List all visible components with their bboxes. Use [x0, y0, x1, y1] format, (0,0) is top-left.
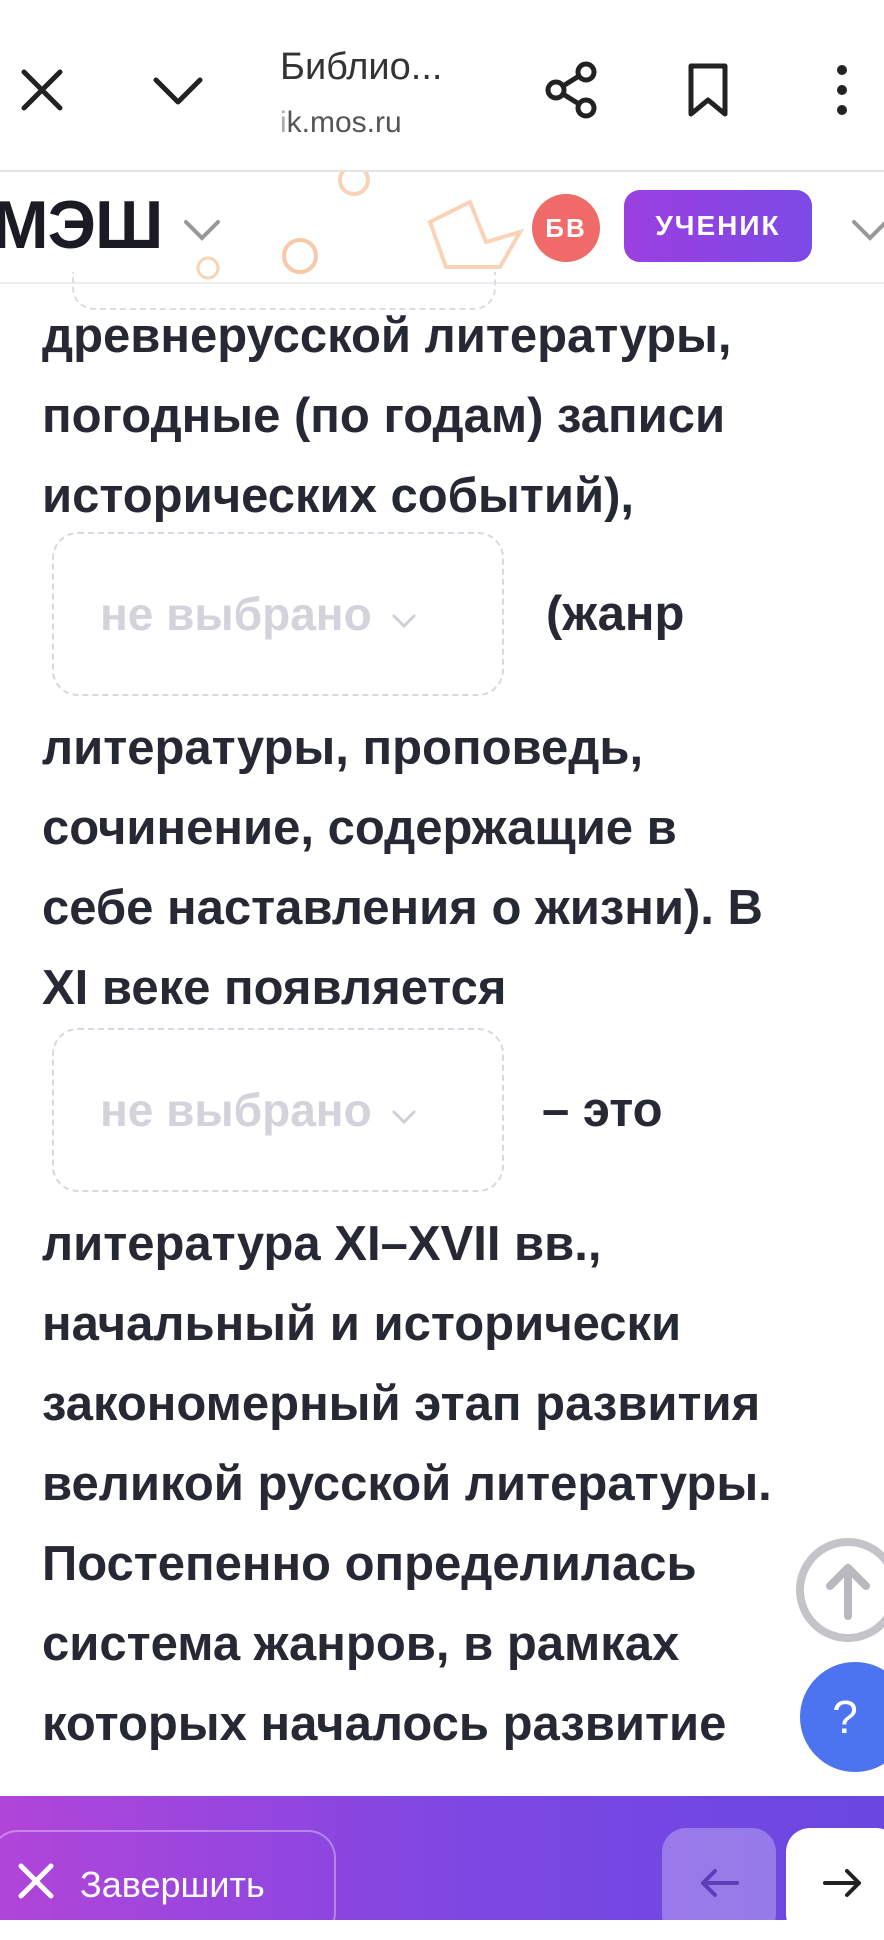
chevron-down-icon: [390, 1083, 418, 1137]
text-line: XI веке появляется: [42, 961, 507, 1015]
text-line: погодные (по годам) записи: [42, 389, 726, 443]
text-line: система жанров, в рамках: [42, 1617, 680, 1671]
answer-dropdown-1[interactable]: не выбрано: [52, 532, 504, 696]
text-line: себе наставления о жизни). В: [42, 881, 763, 935]
text-line: древнерусской литературы,: [42, 309, 732, 363]
text-line: Постепенно определилась: [42, 1537, 697, 1591]
page-title: Библио...: [280, 46, 443, 88]
logo-chevron-icon[interactable]: [180, 216, 224, 249]
chevron-down-icon: [390, 587, 418, 641]
bookmark-icon[interactable]: [668, 50, 748, 130]
role-badge[interactable]: УЧЕНИК: [624, 190, 812, 262]
text-line: литература XI–XVII вв.,: [42, 1217, 602, 1271]
mesh-logo[interactable]: МЭШ: [0, 186, 163, 264]
avatar[interactable]: БВ: [532, 194, 600, 262]
scroll-to-top-button[interactable]: [796, 1538, 884, 1642]
text-line: начальный и исторически: [42, 1297, 682, 1351]
bottom-action-bar: Завершить: [0, 1796, 884, 1940]
previous-button[interactable]: [662, 1828, 776, 1938]
finish-label: Завершить: [80, 1864, 265, 1905]
chevron-down-icon[interactable]: [138, 50, 218, 130]
text-line: (жанр: [546, 587, 685, 641]
close-icon: [16, 1861, 56, 1910]
finish-button[interactable]: Завершить: [0, 1830, 336, 1940]
browser-toolbar: Библио... ik.mos.ru: [0, 0, 884, 172]
app-header: МЭШ БВ УЧЕНИК: [0, 172, 884, 284]
answer-dropdown-2[interactable]: не выбрано: [52, 1028, 504, 1192]
close-icon[interactable]: [2, 50, 82, 130]
share-icon[interactable]: [532, 50, 612, 130]
next-button[interactable]: [786, 1828, 884, 1938]
page-url: ik.mos.ru: [280, 106, 402, 140]
text-line: сочинение, содержащие в: [42, 801, 677, 855]
text-line: – это: [542, 1083, 663, 1137]
more-menu-icon[interactable]: [802, 50, 882, 130]
role-chevron-icon[interactable]: [848, 216, 884, 249]
url-prefix: i: [280, 106, 287, 139]
dropdown-value: не выбрано: [100, 1084, 372, 1136]
text-line: закономерный этап развития: [42, 1377, 761, 1431]
arrow-left-icon: [701, 1869, 739, 1897]
url-domain: k.mos.ru: [286, 106, 402, 139]
text-line: великой русской литературы.: [42, 1457, 772, 1511]
text-line: которых началось развитие: [42, 1697, 727, 1751]
dropdown-partial[interactable]: [72, 272, 496, 310]
arrow-up-icon: [826, 1564, 870, 1620]
text-line: исторических событий),: [42, 469, 634, 523]
dropdown-value: не выбрано: [100, 588, 372, 640]
help-button[interactable]: ?: [800, 1662, 884, 1772]
arrow-right-icon: [823, 1869, 861, 1897]
text-line: литературы, проповедь,: [42, 721, 644, 775]
